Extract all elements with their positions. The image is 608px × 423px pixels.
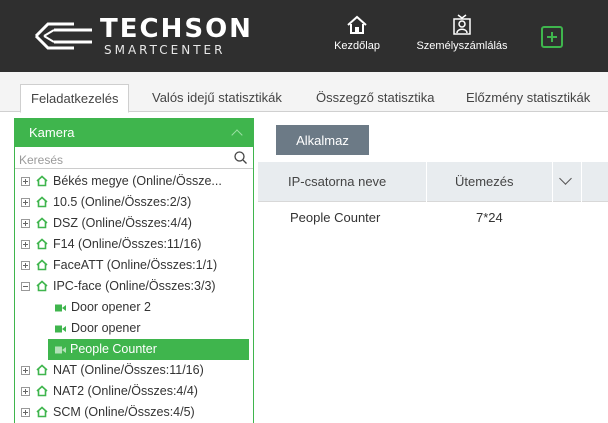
column-divider — [581, 162, 582, 202]
camera-icon — [55, 304, 66, 312]
tree-group-label: SCM (Online/Összes:4/5) — [53, 405, 195, 419]
tab-task-management[interactable]: Feladatkezelés — [20, 84, 130, 113]
home-icon — [347, 15, 367, 34]
logo-subtitle: SMARTCENTER — [104, 43, 226, 57]
expand-icon[interactable] — [21, 219, 30, 228]
home-icon — [36, 217, 48, 229]
chevron-down-icon[interactable] — [559, 172, 572, 185]
tree-group-expanded[interactable]: IPC-face (Online/Összes:3/3) — [15, 276, 253, 297]
tree-group-label: FaceATT (Online/Összes:1/1) — [53, 258, 218, 272]
tab-summary-statistics[interactable]: Összegző statisztika — [306, 84, 445, 112]
camera-panel-title: Kamera — [29, 125, 75, 140]
tree-camera-label: People Counter — [70, 342, 157, 356]
column-header-channel-name[interactable]: IP-csatorna neve — [288, 162, 386, 202]
tab-bar: Feladatkezelés Valós idejű statisztikák … — [0, 72, 608, 113]
camera-search — [15, 151, 253, 169]
camera-tree: Békés megye (Online/Össze... 10.5 (Onlin… — [15, 171, 253, 423]
top-bar: TECHSON SMARTCENTER Kezdőlap Személyszám… — [0, 0, 608, 72]
table-header: IP-csatorna neve Ütemezés — [258, 162, 608, 202]
tree-group-label: DSZ (Online/Összes:4/4) — [53, 216, 192, 230]
nav-people-counting[interactable]: Személyszámlálás — [412, 0, 512, 72]
expand-icon[interactable] — [21, 387, 30, 396]
add-button[interactable] — [541, 26, 563, 48]
tree-camera-item[interactable]: Door opener — [15, 318, 253, 339]
cell-channel-name: People Counter — [290, 210, 381, 225]
camera-panel-header[interactable]: Kamera — [15, 119, 253, 147]
tree-group[interactable]: 10.5 (Online/Összes:2/3) — [15, 192, 253, 213]
expand-icon[interactable] — [21, 261, 30, 270]
tree-group[interactable]: Békés megye (Online/Össze... — [15, 171, 253, 192]
home-icon — [36, 196, 48, 208]
tree-camera-label: Door opener 2 — [71, 300, 151, 314]
home-icon — [36, 238, 48, 250]
tree-group-label: NAT2 (Online/Összes:4/4) — [53, 384, 198, 398]
column-header-schedule[interactable]: Ütemezés — [455, 162, 514, 202]
home-icon — [36, 406, 48, 418]
techson-logo: TECHSON SMARTCENTER — [34, 12, 284, 60]
tree-group[interactable]: DSZ (Online/Összes:4/4) — [15, 213, 253, 234]
tree-camera-item[interactable]: Door opener 2 — [15, 297, 253, 318]
camera-icon — [55, 346, 66, 354]
tree-group-label: F14 (Online/Összes:11/16) — [53, 237, 202, 251]
expand-icon[interactable] — [21, 408, 30, 417]
table-row[interactable]: People Counter 7*24 — [258, 202, 608, 234]
camera-panel: Kamera Békés megye (Online/Össze... 10.5… — [14, 118, 254, 423]
column-divider — [552, 162, 553, 202]
nav-home[interactable]: Kezdőlap — [322, 0, 392, 72]
tree-camera-item-selected[interactable]: People Counter — [48, 339, 249, 360]
tree-group-label: IPC-face (Online/Összes:3/3) — [53, 279, 216, 293]
expand-icon[interactable] — [21, 198, 30, 207]
nav-home-label: Kezdőlap — [334, 40, 380, 52]
tree-camera-label: Door opener — [71, 321, 141, 335]
tree-group-label: 10.5 (Online/Összes:2/3) — [53, 195, 192, 209]
tree-group-label: NAT (Online/Összes:11/16) — [53, 363, 204, 377]
logo-title: TECHSON — [100, 14, 253, 44]
home-icon — [36, 385, 48, 397]
collapse-icon[interactable] — [231, 129, 243, 141]
home-icon — [36, 280, 48, 292]
tree-group[interactable]: SCM (Online/Összes:4/5) — [15, 402, 253, 423]
tree-group-label: Békés megye (Online/Össze... — [53, 174, 222, 188]
apply-button[interactable]: Alkalmaz — [276, 125, 369, 155]
tree-group[interactable]: F14 (Online/Összes:11/16) — [15, 234, 253, 255]
expand-icon[interactable] — [21, 366, 30, 375]
home-icon — [36, 175, 48, 187]
tree-group[interactable]: FaceATT (Online/Összes:1/1) — [15, 255, 253, 276]
logo-mark-icon — [34, 22, 92, 50]
tree-group[interactable]: NAT2 (Online/Összes:4/4) — [15, 381, 253, 402]
column-divider — [426, 162, 427, 202]
search-icon[interactable] — [234, 151, 247, 164]
cell-schedule: 7*24 — [476, 210, 503, 225]
home-icon — [36, 259, 48, 271]
search-input[interactable] — [15, 152, 215, 168]
tab-realtime-statistics[interactable]: Valós idejű statisztikák — [142, 84, 292, 112]
expand-icon[interactable] — [21, 240, 30, 249]
tree-group[interactable]: NAT (Online/Összes:11/16) — [15, 360, 253, 381]
nav-people-counting-label: Személyszámlálás — [416, 40, 508, 52]
home-icon — [36, 364, 48, 376]
expand-icon[interactable] — [21, 177, 30, 186]
camera-icon — [55, 325, 66, 333]
collapse-icon[interactable] — [21, 282, 30, 291]
channel-table: IP-csatorna neve Ütemezés People Counter… — [258, 162, 608, 234]
people-count-icon — [453, 14, 471, 35]
tab-history-statistics[interactable]: Előzmény statisztikák — [456, 84, 600, 112]
